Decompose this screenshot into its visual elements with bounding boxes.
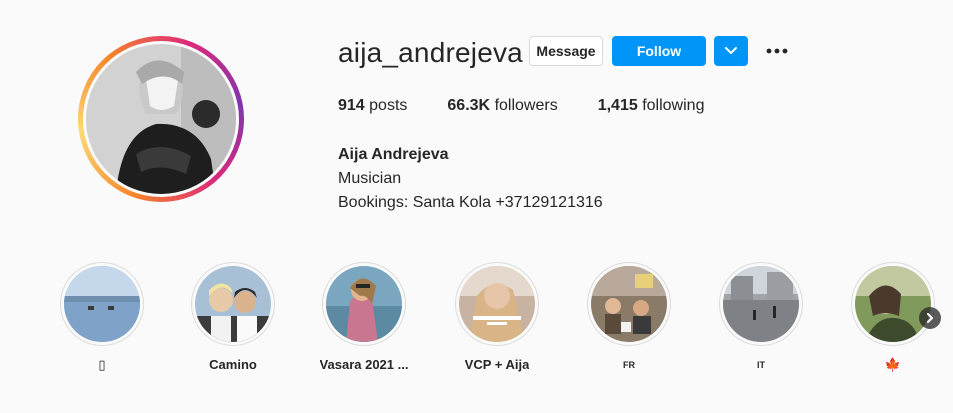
profile-category: Musician: [338, 170, 402, 187]
highlight-cover: [326, 266, 402, 342]
highlight-cover: [723, 266, 799, 342]
highlight-ring: [455, 262, 539, 346]
more-options-button[interactable]: [762, 38, 792, 64]
follow-button[interactable]: Follow: [612, 36, 706, 66]
highlight-cover: [64, 266, 140, 342]
chevron-right-icon: [927, 313, 933, 323]
story-highlight[interactable]: Vasara 2021 ...: [319, 262, 409, 373]
highlight-ring: [60, 262, 144, 346]
profile-avatar[interactable]: [78, 36, 244, 202]
story-highlight[interactable]: FR: [586, 262, 672, 373]
highlight-label: FR: [623, 360, 635, 370]
highlight-label: Camino: [209, 357, 257, 372]
highlight-ring: [851, 262, 935, 346]
highlight-ring: [719, 262, 803, 346]
highlight-label: 🍁: [884, 357, 902, 372]
message-button[interactable]: Message: [529, 36, 603, 66]
highlight-label: ▯: [98, 357, 106, 372]
highlight-label: Vasara 2021 ...: [319, 357, 409, 372]
following-count-value: 1,415: [597, 97, 638, 114]
profile-full-name: Aija Andrejeva: [338, 146, 449, 163]
highlight-cover: [195, 266, 271, 342]
highlight-ring: [587, 262, 671, 346]
followers-label: followers: [494, 97, 558, 114]
highlight-ring: [191, 262, 275, 346]
avatar-inner-ring: [83, 41, 239, 197]
chevron-down-icon: [725, 47, 737, 54]
highlight-cover: [459, 266, 535, 342]
highlight-label: VCP + Aija: [464, 357, 530, 372]
highlight-cover: [591, 266, 667, 342]
story-highlight[interactable]: Camino: [190, 262, 276, 373]
story-highlight[interactable]: ▯: [59, 262, 145, 373]
followers-link[interactable]: 66.3K followers: [447, 97, 557, 115]
highlight-label: IT: [757, 360, 765, 370]
profile-username: aija_andrejeva: [338, 37, 523, 68]
profile-stats: 914 posts 66.3K followers 1,415 followin…: [338, 97, 744, 115]
suggested-accounts-button[interactable]: [714, 36, 748, 66]
profile-bio-text: Bookings: Santa Kola +37129121316: [338, 194, 603, 211]
highlights-next-button[interactable]: [919, 307, 941, 329]
profile-bio: Aija Andrejeva Musician Bookings: Santa …: [338, 143, 603, 215]
story-highlight[interactable]: IT: [718, 262, 804, 373]
highlight-ring: [322, 262, 406, 346]
story-highlight[interactable]: VCP + Aija: [454, 262, 540, 373]
following-label: following: [642, 97, 705, 114]
following-link[interactable]: 1,415 following: [598, 97, 705, 115]
highlight-cover: [855, 266, 931, 342]
avatar-photo: [86, 44, 236, 194]
posts-count: 914 posts: [338, 97, 407, 115]
followers-count-value: 66.3K: [447, 97, 491, 114]
posts-count-value: 914: [338, 97, 365, 114]
posts-count-label: posts: [369, 97, 408, 114]
more-dots-icon: [766, 48, 788, 54]
